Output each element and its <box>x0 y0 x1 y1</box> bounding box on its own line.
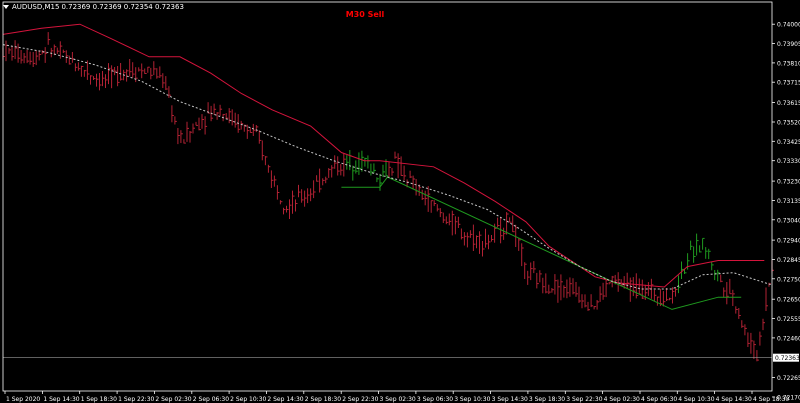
x-tick-label: 3 Sep 06:30 <box>417 396 453 403</box>
x-tick-label: 1 Sep 22:30 <box>118 396 154 403</box>
y-tick-label: 0.73230 <box>777 179 800 186</box>
upper-band-line <box>2 23 765 288</box>
x-tick-label: 2 Sep 22:30 <box>342 396 378 403</box>
x-tick-label: 2 Sep 06:30 <box>193 396 229 403</box>
x-tick-label: 1 Sep 14:30 <box>43 396 79 403</box>
x-tick-label: 4 Sep 14:30 <box>716 396 752 403</box>
x-tick-label: 3 Sep 22:30 <box>566 396 602 403</box>
x-tick-label: 3 Sep 10:30 <box>454 396 490 403</box>
y-tick-label: 0.72265 <box>777 375 800 382</box>
y-tick-label: 0.73425 <box>777 139 800 146</box>
price-chart[interactable]: 0.74000 0.73905 0.73810 0.73715 0.73615 0.735… <box>0 0 800 403</box>
x-tick-label: 1 Sep 2020 <box>6 396 40 403</box>
x-tick-label: 4 Sep 02:30 <box>604 396 640 403</box>
symbol-header: AUDUSD,M15 0.72369 0.72369 0.72354 0.723… <box>3 2 184 12</box>
y-tick-label: 0.72845 <box>777 257 800 264</box>
ohlc-values: 0.72369 0.72369 0.72354 0.72363 <box>61 3 184 11</box>
chart-window[interactable]: 0.74000 0.73905 0.73810 0.73715 0.73615 0.735… <box>0 0 800 403</box>
y-tick-label: 0.72555 <box>777 316 800 323</box>
x-tick-label: 3 Sep 14:30 <box>492 396 528 403</box>
x-tick-label: 3 Sep 18:30 <box>529 396 565 403</box>
x-tick-label: 4 Sep 06:30 <box>641 396 677 403</box>
y-tick-label: 0.73520 <box>777 120 800 127</box>
plot-frame <box>2 1 773 392</box>
y-tick-label: 0.73905 <box>777 41 800 48</box>
x-tick-label: 2 Sep 10:30 <box>230 396 266 403</box>
x-tick-label: 2 Sep 14:30 <box>267 396 303 403</box>
signal-label: M30 Sell <box>345 10 385 19</box>
dropdown-triangle-icon[interactable] <box>3 5 9 9</box>
y-tick-label: 0.72750 <box>777 276 800 283</box>
y-tick-label: 0.73715 <box>777 80 800 87</box>
y-tick-label: 0.73330 <box>777 158 800 165</box>
axes-layer: 0.74000 0.73905 0.73810 0.73715 0.73615 0.735… <box>2 1 800 403</box>
x-tick-label: 4 Sep 18:30 <box>753 396 789 403</box>
candles-layer <box>2 32 774 362</box>
y-tick-label: 0.74000 <box>777 22 800 29</box>
mid-line <box>2 44 773 290</box>
y-tick-label: 0.73135 <box>777 198 800 205</box>
indicators-layer <box>2 23 773 359</box>
x-tick-label: 1 Sep 18:30 <box>81 396 117 403</box>
current-price-label: 0.72363 <box>775 355 800 362</box>
y-tick-label: 0.73810 <box>777 60 800 67</box>
x-tick-label: 2 Sep 02:30 <box>155 396 191 403</box>
x-tick-label: 4 Sep 10:30 <box>678 396 714 403</box>
symbol-name: AUDUSD,M15 <box>12 3 60 11</box>
y-tick-label: 0.73615 <box>777 100 800 107</box>
y-tick-label: 0.72460 <box>777 335 800 342</box>
x-tick-label: 3 Sep 02:30 <box>380 396 416 403</box>
y-tick-label: 0.72940 <box>777 238 800 245</box>
y-tick-label: 0.73040 <box>777 217 800 224</box>
x-tick-label: 2 Sep 18:30 <box>305 396 341 403</box>
y-tick-label: 0.72650 <box>777 297 800 304</box>
